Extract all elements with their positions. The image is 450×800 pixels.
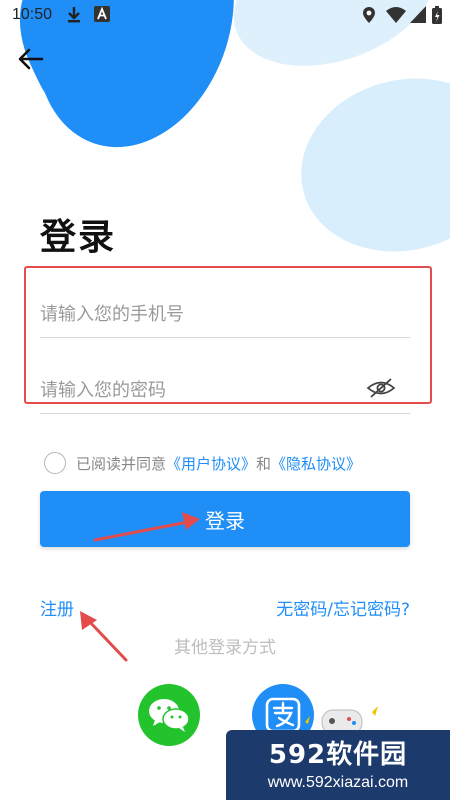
agreement-prefix: 已阅读并同意 bbox=[76, 454, 167, 473]
phone-field bbox=[40, 288, 410, 338]
login-button[interactable]: 登录 bbox=[40, 491, 410, 547]
user-agreement-link[interactable]: 《用户协议》 bbox=[166, 453, 256, 474]
eye-closed-icon[interactable] bbox=[366, 376, 396, 400]
signal-icon bbox=[410, 6, 426, 23]
wechat-icon bbox=[149, 699, 190, 732]
register-link[interactable]: 注册 bbox=[40, 595, 74, 620]
wifi-icon bbox=[386, 7, 406, 23]
background-blob bbox=[281, 55, 450, 275]
arrow-left-icon[interactable] bbox=[14, 42, 48, 76]
watermark-banner: 592软件园 www.592xiazai.com bbox=[226, 730, 450, 800]
status-bar: 10:50 bbox=[0, 0, 450, 30]
forgot-password-link[interactable]: 无密码/忘记密码? bbox=[276, 595, 410, 620]
download-icon bbox=[68, 7, 80, 23]
watermark-brand: 592软件园 bbox=[268, 740, 408, 770]
arrow-to-register-head bbox=[80, 611, 97, 630]
password-field bbox=[40, 364, 410, 414]
phone-input[interactable] bbox=[40, 300, 360, 328]
password-input[interactable] bbox=[40, 376, 360, 404]
wechat-login-button[interactable] bbox=[138, 684, 200, 746]
agreement-radio[interactable] bbox=[44, 452, 66, 474]
agreement-and: 和 bbox=[256, 454, 272, 473]
page-title: 登录 bbox=[40, 217, 117, 258]
a-badge-icon bbox=[94, 6, 110, 22]
battery-icon bbox=[432, 6, 442, 24]
watermark-url: www.592xiazai.com bbox=[267, 774, 409, 791]
agreement-row: 已阅读并同意 《用户协议》 和 《隐私协议》 bbox=[44, 450, 361, 476]
location-icon bbox=[363, 7, 375, 23]
alipay-icon bbox=[265, 697, 301, 733]
privacy-agreement-link[interactable]: 《隐私协议》 bbox=[271, 453, 361, 474]
other-login-label: 其他登录方式 bbox=[174, 638, 276, 658]
status-time: 10:50 bbox=[12, 6, 53, 23]
